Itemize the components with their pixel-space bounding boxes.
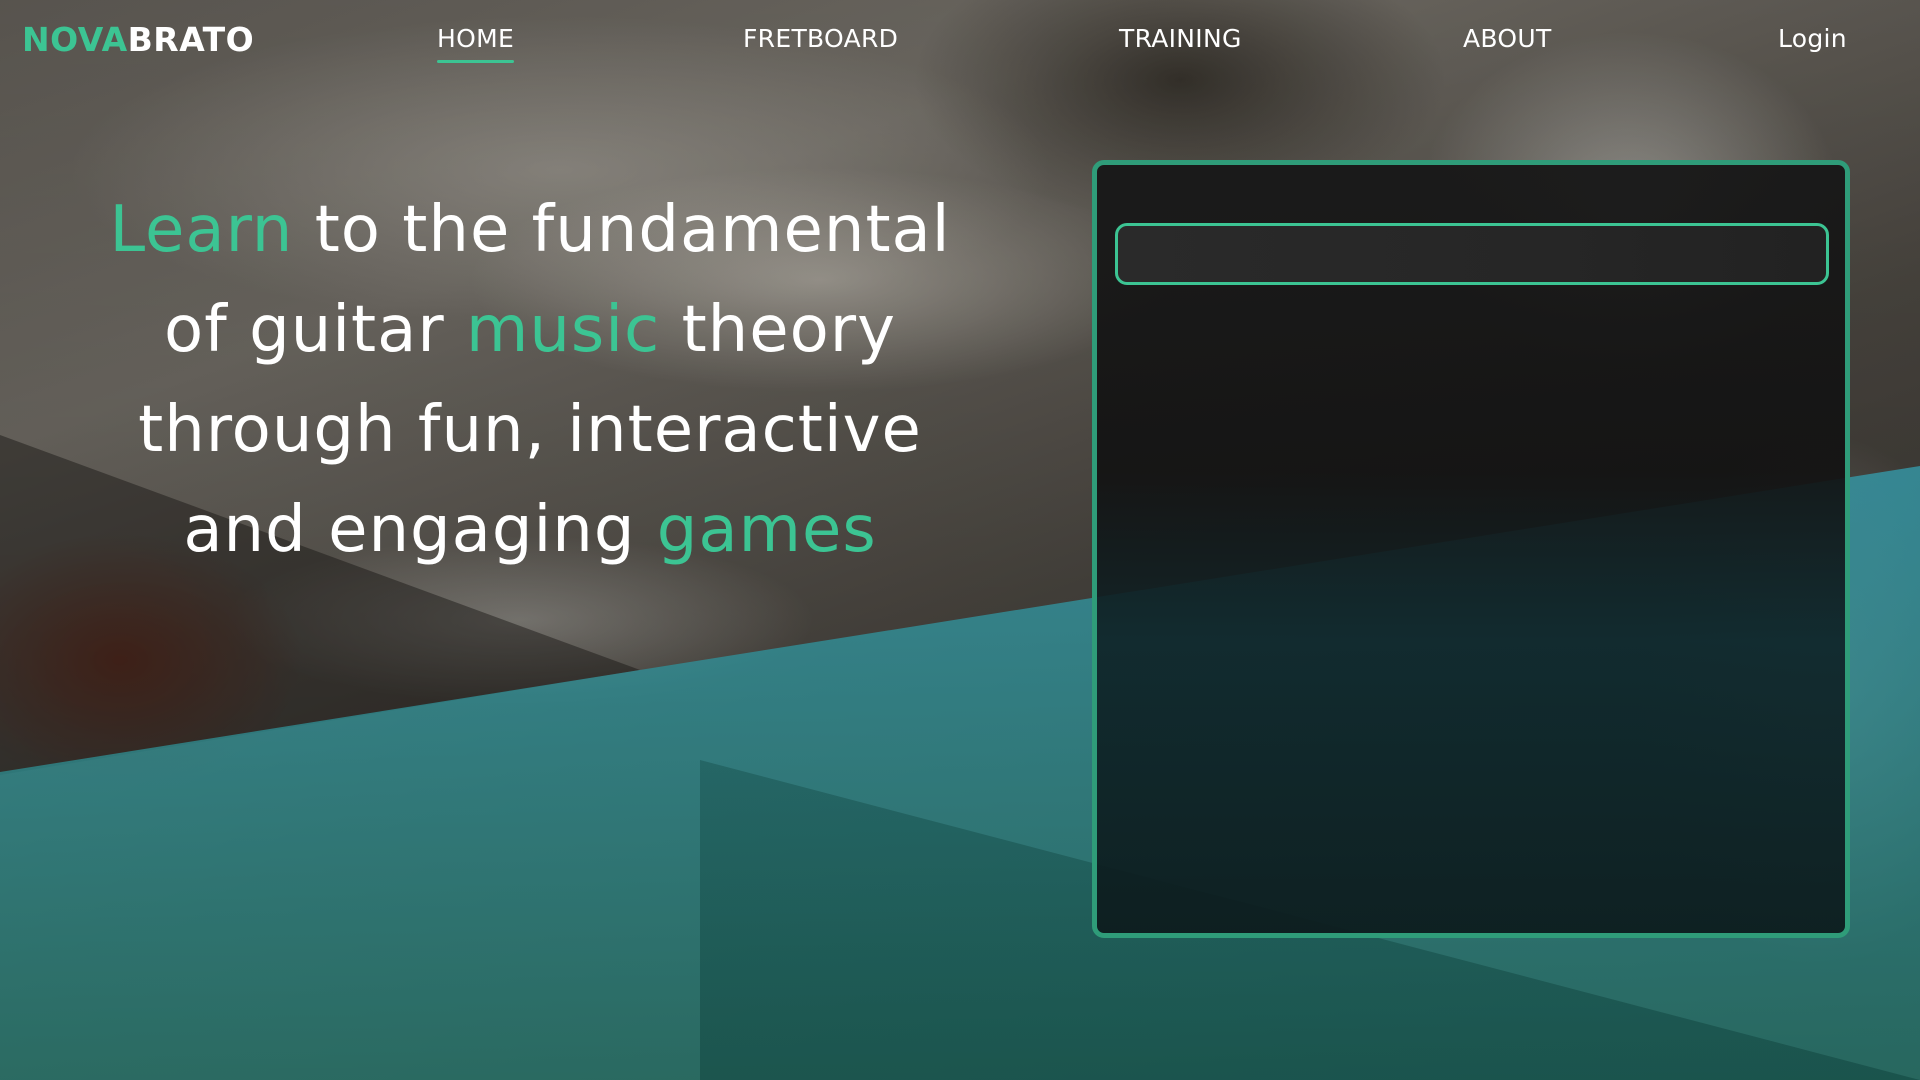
logo[interactable]: NOVABRATO: [22, 20, 254, 59]
nav-fretboard[interactable]: FRETBOARD: [743, 24, 898, 53]
nav-home[interactable]: HOME: [437, 24, 515, 63]
hero-word-games: games: [656, 493, 877, 567]
logo-part-brato: BRATO: [127, 20, 255, 59]
hero-line-2: of guitar music theory: [60, 280, 1000, 380]
panel-text-input[interactable]: [1115, 223, 1829, 285]
hero-word-learn: Learn: [109, 193, 294, 267]
hero-line-1: Learn to the fundamental: [60, 180, 1000, 280]
hero-line-2-start: of guitar: [164, 293, 467, 367]
hero-word-music: music: [466, 293, 661, 367]
hero-headline: Learn to the fundamental of guitar music…: [60, 180, 1000, 580]
nav-training[interactable]: TRAINING: [1119, 24, 1242, 53]
hero-line-4-start: and engaging: [183, 493, 657, 567]
top-navigation: NOVABRATO HOME FRETBOARD TRAINING ABOUT …: [0, 0, 1920, 80]
page: NOVABRATO HOME FRETBOARD TRAINING ABOUT …: [0, 0, 1920, 1080]
hero-line-3: through fun, interactive: [138, 393, 922, 467]
login-panel: [1092, 160, 1850, 938]
hero-line-4: and engaging games: [60, 480, 1000, 580]
hero-line-1-rest: to the fundamental: [293, 193, 951, 267]
nav-login[interactable]: Login: [1778, 24, 1847, 53]
hero-line-2-end: theory: [660, 293, 896, 367]
logo-part-nova: NOVA: [22, 20, 128, 59]
nav-about[interactable]: ABOUT: [1463, 24, 1552, 53]
